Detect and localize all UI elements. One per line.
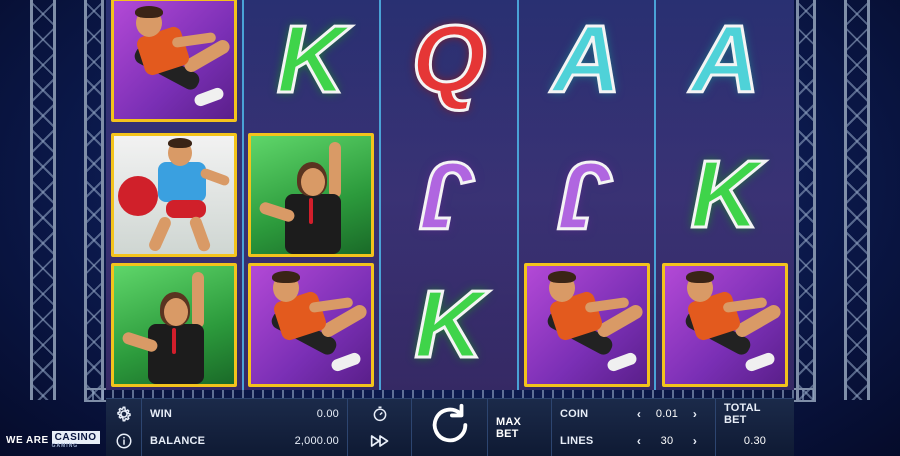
left-truss-tower <box>30 0 56 400</box>
reel-cell <box>656 260 794 390</box>
reel-cell: A <box>656 0 794 130</box>
kicker-symbol <box>248 263 375 387</box>
reel-2: K <box>243 0 382 390</box>
letter-j-symbol: J <box>421 141 477 251</box>
stopwatch-icon[interactable] <box>370 404 390 424</box>
reel-cell: K <box>656 130 794 260</box>
win-label: WIN <box>150 408 172 421</box>
reel-cell <box>244 260 380 390</box>
reel-grid: KQJKAJAK <box>106 0 794 390</box>
reel-cell: A <box>519 0 655 130</box>
fast-forward-icon[interactable] <box>370 431 390 451</box>
chevron-left-icon[interactable]: ‹ <box>632 434 646 448</box>
chevron-right-icon[interactable]: › <box>688 434 702 448</box>
reel-cell: K <box>244 0 380 130</box>
letter-a-symbol: A <box>550 6 622 113</box>
kicker-symbol <box>662 263 789 387</box>
balance-label: BALANCE <box>150 434 206 447</box>
spin-arrow-icon[interactable] <box>427 402 473 453</box>
reel-cell: J <box>519 130 655 260</box>
referee-symbol <box>110 263 237 387</box>
total-bet-value: 0.30 <box>743 434 767 447</box>
referee-symbol <box>248 133 375 257</box>
reel-cell <box>244 130 380 260</box>
speed-buttons <box>348 399 412 456</box>
coin-label: COIN <box>560 408 589 421</box>
reel-cell: J <box>381 130 517 260</box>
letter-a-symbol: A <box>689 6 761 113</box>
win-balance-panel: WIN 0.00 BALANCE 2,000.00 <box>142 399 348 456</box>
logo-text: WE ARE <box>6 435 49 446</box>
win-value: 0.00 <box>316 408 339 421</box>
max-bet-label: MAX BET <box>496 415 522 440</box>
kicker-symbol <box>110 0 237 122</box>
raider-symbol <box>110 133 237 257</box>
total-bet-label: TOTAL BET <box>724 402 761 427</box>
letter-k-symbol: K <box>275 6 347 113</box>
utility-buttons <box>106 399 142 456</box>
gear-icon[interactable] <box>114 404 134 424</box>
reel-3: QJK <box>381 0 519 390</box>
reel-5: AK <box>656 0 794 390</box>
reel-cell <box>106 0 242 130</box>
info-icon[interactable] <box>114 431 134 451</box>
letter-k-symbol: K <box>413 271 485 378</box>
letter-q-symbol: Q <box>410 6 488 113</box>
total-bet-panel: TOTAL BET 0.30 <box>716 399 794 456</box>
chevron-left-icon[interactable]: ‹ <box>632 407 646 421</box>
reel-cell: Q <box>381 0 517 130</box>
reel-cell: K <box>381 260 517 390</box>
reel-cell <box>106 260 242 390</box>
reel-cell <box>106 130 242 260</box>
left-inner-truss <box>84 0 104 400</box>
right-truss-tower <box>844 0 870 400</box>
kicker-symbol <box>523 263 650 387</box>
letter-k-symbol: K <box>689 141 761 248</box>
spin-button[interactable] <box>412 399 488 456</box>
max-bet-button[interactable]: MAX BET <box>488 399 552 456</box>
lines-value: 30 <box>660 434 674 447</box>
coin-lines-panel: COIN ‹ 0.01 › LINES ‹ 30 › <box>552 399 716 456</box>
letter-j-symbol: J <box>558 141 614 251</box>
control-bar: WIN 0.00 BALANCE 2,000.00 MAX BET COIN ‹ 0… <box>106 398 794 456</box>
reel-1 <box>106 0 244 390</box>
balance-value: 2,000.00 <box>294 434 339 447</box>
coin-value: 0.01 <box>655 408 679 421</box>
reel-4: AJ <box>518 0 657 390</box>
right-inner-truss <box>796 0 816 400</box>
reel-cell <box>519 260 655 390</box>
lines-label: LINES <box>560 434 594 447</box>
chevron-right-icon[interactable]: › <box>688 407 702 421</box>
provider-logo: WE ARE CASINO GAMING <box>6 431 100 449</box>
